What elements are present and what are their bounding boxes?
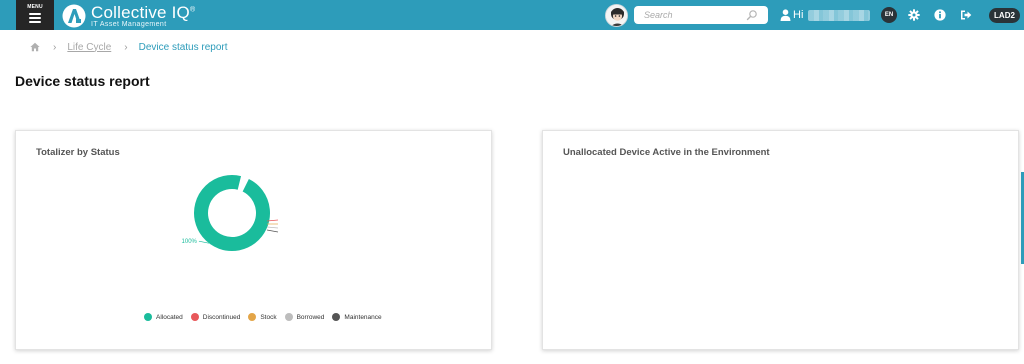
collective-iq-logo-icon xyxy=(62,4,86,28)
avatar[interactable] xyxy=(605,4,628,27)
logout-icon[interactable] xyxy=(960,9,972,21)
greeting-text: Hi xyxy=(793,9,804,21)
chart-legend: Allocated Discontinued Stock Borrowed Mainte… xyxy=(144,313,390,321)
card-title: Unallocated Device Active in the Environ… xyxy=(563,147,770,158)
legend-item-maintenance[interactable]: Maintenance xyxy=(332,313,382,321)
legend-label: Allocated xyxy=(156,313,183,321)
legend-item-discontinued[interactable]: Discontinued xyxy=(190,313,241,321)
legend-swatch xyxy=(190,313,199,321)
brand-name: Collective IQ® xyxy=(91,3,196,22)
top-bar: MENU Collective IQ® IT Asset Management … xyxy=(0,0,1024,30)
totalizer-by-status-card: Totalizer by Status 100% Allocated Discon… xyxy=(15,130,492,350)
tenant-badge[interactable]: LAD2 xyxy=(989,8,1020,23)
home-icon[interactable] xyxy=(30,42,40,52)
card-title: Totalizer by Status xyxy=(36,147,120,158)
gear-icon[interactable] xyxy=(908,9,920,21)
unallocated-device-card: Unallocated Device Active in the Environ… xyxy=(542,130,1019,350)
info-icon[interactable] xyxy=(934,9,946,21)
legend-label: Maintenance xyxy=(344,313,382,321)
search-icon[interactable] xyxy=(746,9,758,21)
donut-slice-allocated[interactable] xyxy=(194,175,270,251)
legend-label: Discontinued xyxy=(202,313,241,321)
breadcrumb: › Life Cycle › Device status report xyxy=(30,40,228,54)
menu-label: MENU xyxy=(27,4,43,10)
legend-item-stock[interactable]: Stock xyxy=(248,313,277,321)
donut-slice-borrowed xyxy=(266,226,279,229)
breadcrumb-current: Device status report xyxy=(138,41,228,53)
status-donut-chart[interactable]: 100% xyxy=(166,171,326,271)
user-icon xyxy=(780,9,791,21)
legend-swatch xyxy=(144,313,152,321)
avatar-icon xyxy=(606,5,627,26)
legend-item-borrowed[interactable]: Borrowed xyxy=(284,313,325,321)
menu-button[interactable]: MENU xyxy=(16,0,54,30)
legend-label: Stock xyxy=(260,313,277,321)
redacted-username xyxy=(808,10,870,21)
legend-item-allocated[interactable]: Allocated xyxy=(144,313,183,321)
chevron-right-icon: › xyxy=(124,41,128,53)
legend-swatch xyxy=(248,313,257,321)
hamburger-icon xyxy=(29,13,41,25)
page-title: Device status report xyxy=(15,73,150,89)
legend-label: Borrowed xyxy=(296,313,325,321)
brand-tagline: IT Asset Management xyxy=(91,21,167,28)
chevron-right-icon: › xyxy=(53,41,57,53)
legend-swatch xyxy=(332,313,341,321)
slice-label: 100% xyxy=(182,239,198,245)
breadcrumb-life-cycle[interactable]: Life Cycle xyxy=(67,42,111,53)
language-selector[interactable]: EN xyxy=(881,7,897,23)
legend-swatch xyxy=(284,313,293,321)
donut-slice-maintenance xyxy=(266,229,279,233)
